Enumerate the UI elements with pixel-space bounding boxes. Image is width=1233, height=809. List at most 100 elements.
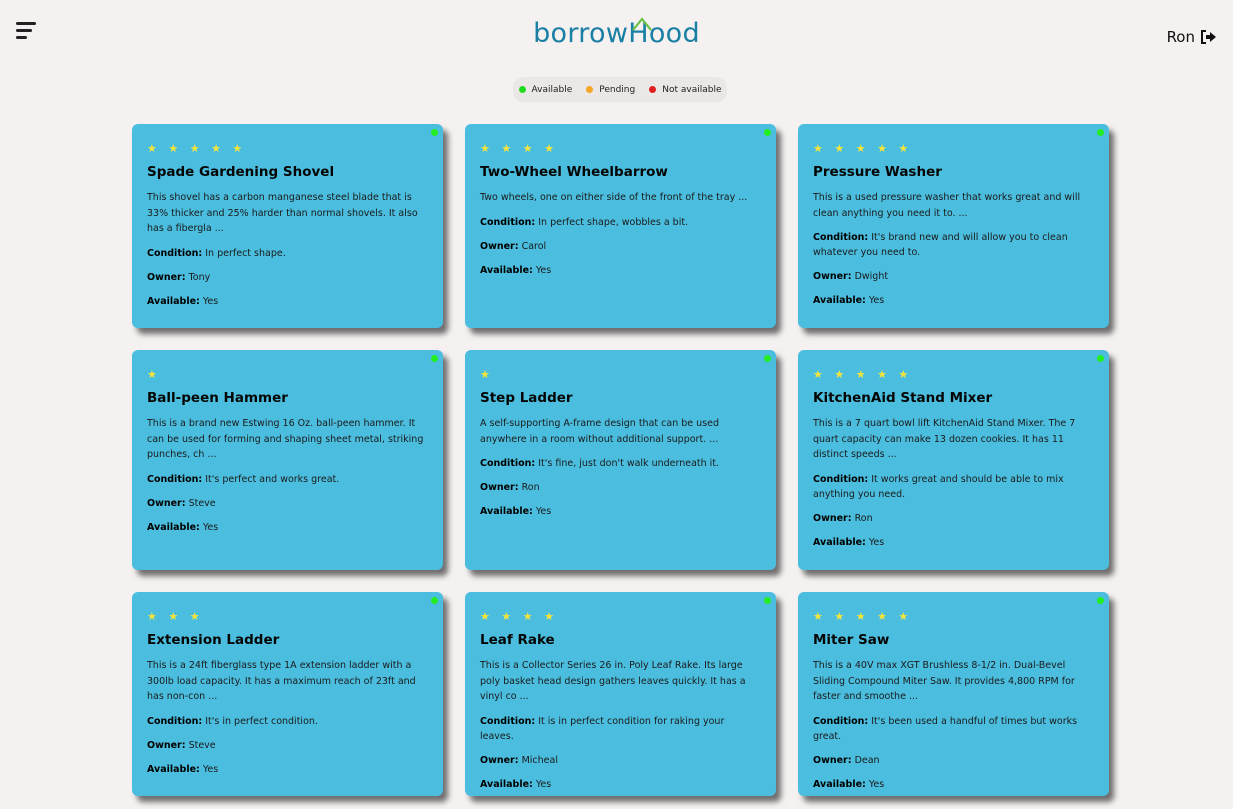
item-condition: Condition: It's in perfect condition.	[147, 714, 428, 729]
owner-value: Dwight	[854, 271, 889, 282]
condition-label: Condition:	[480, 458, 536, 469]
user-logout[interactable]: Ron	[1167, 28, 1217, 46]
availability-legend: Available Pending Not available	[513, 77, 727, 102]
item-card[interactable]: ★ ★ ★ ★ ★ KitchenAid Stand Mixer This is…	[798, 350, 1109, 570]
owner-label: Owner:	[147, 497, 186, 509]
item-description: This is a used pressure washer that work…	[813, 192, 1081, 219]
item-title: Two-Wheel Wheelbarrow	[480, 164, 668, 180]
condition-label: Condition:	[147, 715, 203, 727]
rating-stars: ★ ★ ★ ★ ★	[813, 368, 913, 381]
item-owner: Owner: Ron	[480, 480, 761, 495]
logo[interactable]: borrowHood	[0, 18, 1233, 49]
status-available-icon	[431, 597, 438, 604]
status-available-icon	[431, 129, 438, 136]
item-card[interactable]: ★ ★ ★ ★ ★ Pressure Washer This is a used…	[798, 124, 1109, 328]
available-value: Yes	[868, 536, 885, 548]
available-value: Yes	[535, 506, 552, 517]
owner-value: Ron	[854, 512, 873, 524]
legend-label: Available	[531, 84, 573, 95]
condition-value: It's fine, just don't walk underneath it…	[538, 458, 720, 469]
condition-value: It's in perfect condition.	[205, 715, 318, 727]
item-card[interactable]: ★ ★ ★ ★ Two-Wheel Wheelbarrow Two wheels…	[465, 124, 776, 328]
legend-label: Pending	[599, 84, 636, 95]
item-title: Pressure Washer	[813, 164, 942, 180]
red-dot-icon	[649, 86, 657, 93]
item-card[interactable]: ★ Step Ladder A self-supporting A-frame …	[465, 350, 776, 570]
item-card[interactable]: ★ ★ ★ ★ ★ Miter Saw This is a 40V max XG…	[798, 592, 1109, 796]
item-owner: Owner: Carol	[480, 239, 761, 254]
logo-text: borrowHood	[533, 18, 700, 49]
item-title: Ball-peen Hammer	[147, 390, 288, 406]
condition-value: In perfect shape, wobbles a bit.	[538, 216, 689, 228]
condition-value: In perfect shape.	[205, 247, 286, 259]
item-available: Available: Yes	[480, 263, 761, 278]
available-value: Yes	[868, 295, 885, 306]
item-available: Available: Yes	[813, 535, 1094, 550]
item-condition: Condition: It works great and should be …	[813, 472, 1094, 502]
item-owner: Owner: Micheal	[480, 753, 761, 768]
status-available-icon	[1097, 355, 1104, 362]
item-owner: Owner: Dean	[813, 753, 1094, 768]
status-available-icon	[764, 597, 771, 604]
status-available-icon	[431, 355, 438, 362]
item-grid: ★ ★ ★ ★ ★ Spade Gardening Shovel This sh…	[132, 124, 1109, 796]
owner-value: Steve	[188, 739, 216, 751]
status-available-icon	[1097, 597, 1104, 604]
item-description: A self-supporting A-frame design that ca…	[480, 418, 719, 445]
item-title: Extension Ladder	[147, 632, 280, 648]
available-label: Available:	[147, 521, 200, 533]
status-available-icon	[764, 129, 771, 136]
item-title: KitchenAid Stand Mixer	[813, 390, 993, 406]
owner-label: Owner:	[480, 482, 519, 493]
available-value: Yes	[535, 264, 552, 276]
item-card[interactable]: ★ ★ ★ ★ Leaf Rake This is a Collector Se…	[465, 592, 776, 796]
rating-stars: ★ ★ ★ ★ ★	[147, 142, 247, 155]
legend-label: Not available	[662, 84, 722, 95]
item-card[interactable]: ★ ★ ★ Extension Ladder This is a 24ft fi…	[132, 592, 443, 796]
item-description: This is a brand new Estwing 16 Oz. ball-…	[147, 418, 424, 460]
item-condition: Condition: It's fine, just don't walk un…	[480, 456, 761, 471]
item-card[interactable]: ★ Ball-peen Hammer This is a brand new E…	[132, 350, 443, 570]
available-value: Yes	[202, 521, 219, 533]
green-dot-icon	[518, 86, 526, 93]
rating-stars: ★	[480, 368, 494, 381]
status-available-icon	[764, 355, 771, 362]
available-label: Available:	[147, 763, 200, 775]
item-owner: Owner: Tony	[147, 270, 428, 285]
owner-label: Owner:	[147, 739, 186, 751]
condition-label: Condition:	[813, 232, 869, 243]
available-value: Yes	[535, 778, 552, 790]
item-owner: Owner: Dwight	[813, 269, 1094, 284]
item-condition: Condition: It's perfect and works great.	[147, 472, 428, 487]
available-label: Available:	[813, 295, 866, 306]
available-label: Available:	[480, 506, 533, 517]
item-card[interactable]: ★ ★ ★ ★ ★ Spade Gardening Shovel This sh…	[132, 124, 443, 328]
item-available: Available: Yes	[480, 504, 761, 519]
item-available: Available: Yes	[147, 520, 428, 535]
item-owner: Owner: Ron	[813, 511, 1094, 526]
item-available: Available: Yes	[480, 777, 761, 792]
available-label: Available:	[480, 778, 533, 790]
available-value: Yes	[202, 763, 219, 775]
available-label: Available:	[813, 536, 866, 548]
item-title: Step Ladder	[480, 390, 573, 406]
item-description: This is a Collector Series 26 in. Poly L…	[480, 660, 746, 702]
item-owner: Owner: Steve	[147, 496, 428, 511]
item-title: Miter Saw	[813, 632, 890, 648]
owner-label: Owner:	[813, 512, 852, 524]
condition-label: Condition:	[147, 247, 203, 259]
owner-value: Dean	[854, 754, 880, 766]
logout-icon[interactable]	[1200, 30, 1217, 44]
item-title: Spade Gardening Shovel	[147, 164, 335, 180]
owner-value: Micheal	[521, 754, 558, 766]
item-available: Available: Yes	[147, 762, 428, 777]
rating-stars: ★ ★ ★ ★	[480, 610, 558, 623]
available-value: Yes	[868, 778, 885, 790]
condition-label: Condition:	[147, 473, 203, 485]
owner-label: Owner:	[480, 754, 519, 766]
legend-item-available: Available	[518, 84, 573, 95]
item-description: This is a 7 quart bowl lift KitchenAid S…	[813, 418, 1076, 460]
condition-value: It's perfect and works great.	[205, 473, 340, 485]
house-roof-icon	[632, 17, 652, 31]
item-available: Available: Yes	[813, 293, 1094, 308]
